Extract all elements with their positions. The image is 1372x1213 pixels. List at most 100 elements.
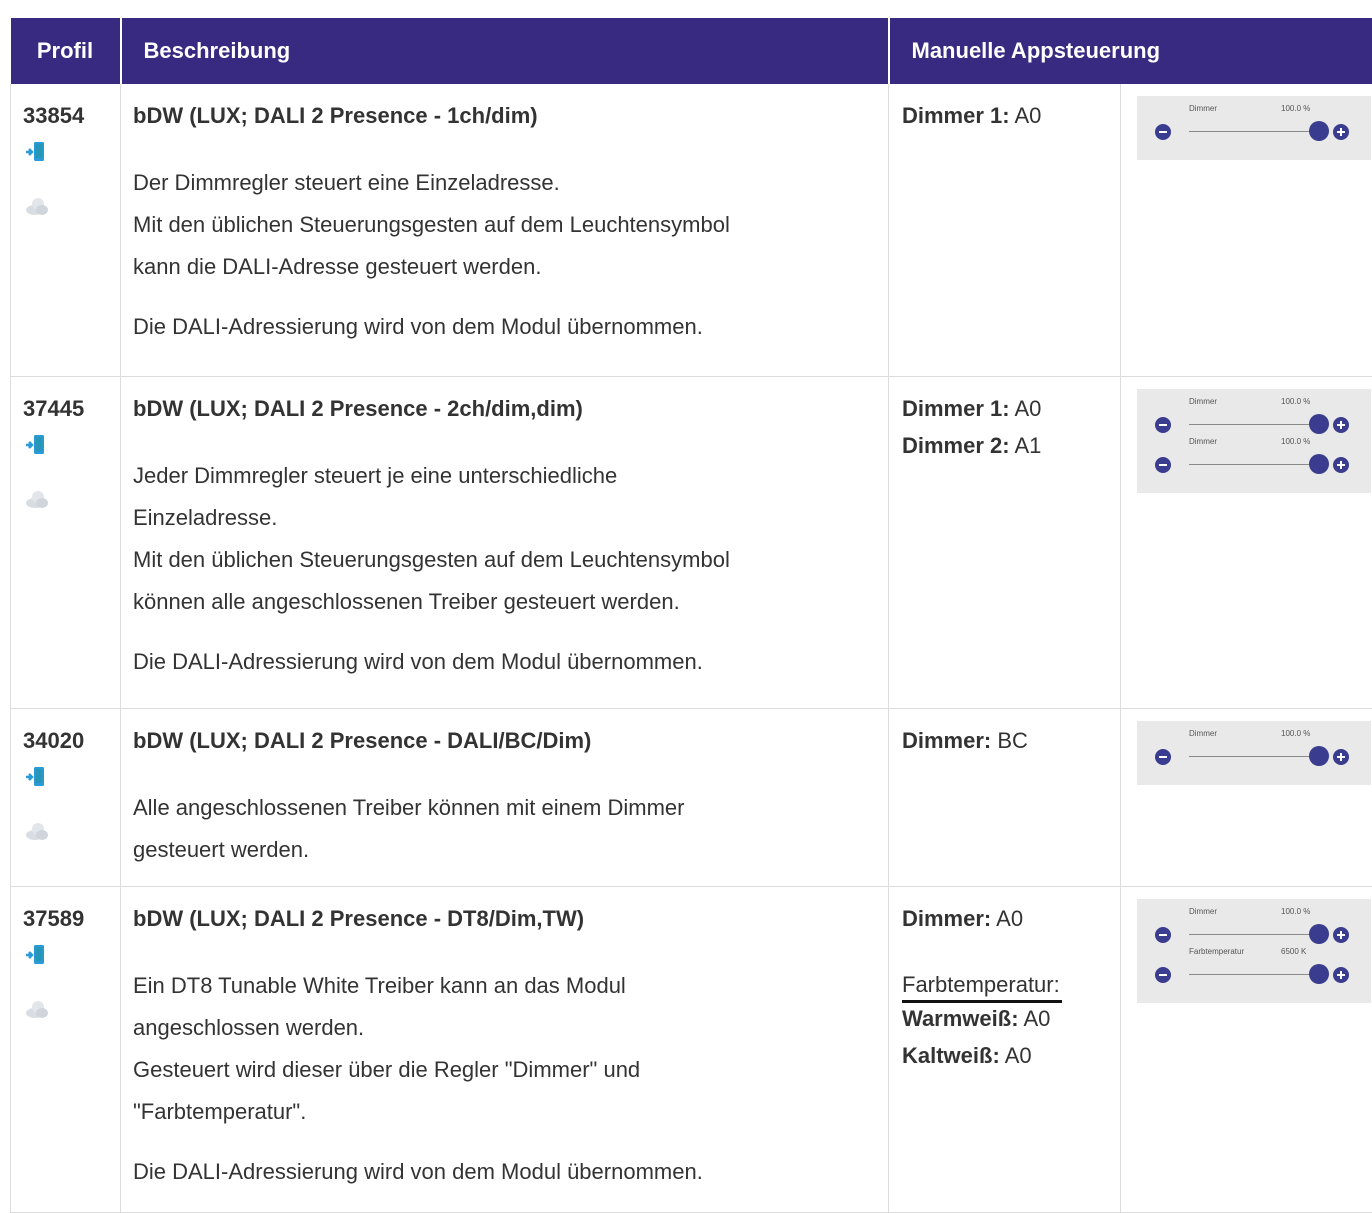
profile-table: Profil Beschreibung Manuelle Appsteuerun… — [10, 18, 1372, 1213]
profile-number: 34020 — [23, 725, 120, 757]
slider-knob[interactable] — [1309, 121, 1329, 141]
slider-row: Dimmer100.0 % — [1137, 721, 1371, 773]
description-line: Die DALI-Adressierung wird von dem Modul… — [133, 1151, 888, 1193]
slider-panel: Dimmer100.0 %Dimmer100.0 % — [1137, 389, 1371, 493]
description-cell: bDW (LUX; DALI 2 Presence - 1ch/dim)Der … — [121, 84, 889, 376]
profile-cell: 33854 — [11, 84, 121, 376]
slider-track[interactable] — [1189, 131, 1317, 132]
table-header-row: Profil Beschreibung Manuelle Appsteuerun… — [11, 18, 1372, 84]
channel-label: Kaltweiß: — [902, 1043, 1000, 1068]
slider-label: Dimmer — [1189, 907, 1217, 917]
profile-number: 37445 — [23, 393, 120, 425]
table-row: 37445bDW (LUX; DALI 2 Presence - 2ch/dim… — [11, 376, 1372, 708]
channel-mapping: Dimmer: A0 — [902, 898, 1120, 940]
minus-icon[interactable] — [1155, 457, 1171, 473]
header-manuelle-appsteuerung: Manuelle Appsteuerung — [889, 18, 1372, 84]
channel-address: A0 — [1005, 1043, 1032, 1068]
description-cell: bDW (LUX; DALI 2 Presence - DALI/BC/Dim)… — [121, 708, 889, 886]
slider-label: Dimmer — [1189, 729, 1217, 739]
table-row: 33854bDW (LUX; DALI 2 Presence - 1ch/dim… — [11, 84, 1372, 376]
description-line: Mit den üblichen Steuerungsgesten auf de… — [133, 204, 888, 246]
slider-panel: Dimmer100.0 % — [1137, 721, 1371, 785]
channel-mapping: Dimmer 1: A0 — [902, 95, 1120, 137]
minus-icon[interactable] — [1155, 967, 1171, 983]
description-line: gesteuert werden. — [133, 829, 888, 871]
slider-track[interactable] — [1189, 424, 1317, 425]
smartphone-app-icon — [23, 433, 120, 455]
paragraph-gap — [133, 288, 888, 306]
slider-value: 100.0 % — [1281, 397, 1310, 407]
description-line: Der Dimmregler steuert eine Einzeladress… — [133, 162, 888, 204]
slider-track[interactable] — [1189, 974, 1317, 975]
description-line: Ein DT8 Tunable White Treiber kann an da… — [133, 965, 888, 1007]
description-line: Einzeladresse. — [133, 497, 888, 539]
manual-control-cell: Dimmer 1: A0Dimmer 2: A1 — [889, 376, 1121, 708]
smartphone-app-icon — [23, 943, 120, 965]
description-line: Die DALI-Adressierung wird von dem Modul… — [133, 641, 888, 683]
channel-mapping: Warmweiß: A0 — [902, 998, 1120, 1040]
channel-address: BC — [997, 728, 1028, 753]
cloud-icon — [23, 487, 120, 509]
app-screenshot-cell: Dimmer100.0 % — [1121, 708, 1372, 886]
channel-address: A0 — [1023, 1006, 1050, 1031]
cloud-icon — [23, 194, 120, 216]
description-line: angeschlossen werden. — [133, 1007, 888, 1049]
channel-address: A0 — [996, 906, 1023, 931]
description-cell: bDW (LUX; DALI 2 Presence - DT8/Dim,TW)E… — [121, 886, 889, 1212]
slider-value: 100.0 % — [1281, 104, 1310, 114]
profile-cell: 34020 — [11, 708, 121, 886]
slider-knob[interactable] — [1309, 746, 1329, 766]
channel-address: A0 — [1015, 396, 1042, 421]
slider-value: 100.0 % — [1281, 907, 1310, 917]
channel-label: Dimmer 1: — [902, 396, 1010, 421]
app-screenshot-cell: Dimmer100.0 % — [1121, 84, 1372, 376]
slider-panel: Dimmer100.0 % — [1137, 96, 1371, 160]
slider-row: Farbtemperatur6500 K — [1137, 939, 1371, 991]
channel-label: Dimmer 1: — [902, 103, 1010, 128]
header-beschreibung: Beschreibung — [121, 18, 889, 84]
slider-track[interactable] — [1189, 756, 1317, 757]
header-profil: Profil — [11, 18, 121, 84]
description-line: kann die DALI-Adresse gesteuert werden. — [133, 246, 888, 288]
slider-value: 100.0 % — [1281, 437, 1310, 447]
channel-label: Dimmer 2: — [902, 433, 1010, 458]
manual-control-cell: Dimmer 1: A0 — [889, 84, 1121, 376]
description-line: Die DALI-Adressierung wird von dem Modul… — [133, 306, 888, 348]
plus-icon[interactable] — [1333, 124, 1349, 140]
manual-control-cell: Dimmer: A0Farbtemperatur:Warmweiß: A0Kal… — [889, 886, 1121, 1212]
slider-track[interactable] — [1189, 934, 1317, 935]
slider-row: Dimmer100.0 % — [1137, 429, 1371, 481]
channel-mapping: Dimmer 1: A0 — [902, 388, 1120, 430]
description-text: Alle angeschlossenen Treiber können mit … — [133, 787, 888, 871]
page: Profil Beschreibung Manuelle Appsteuerun… — [0, 0, 1372, 1210]
slider-value: 6500 K — [1281, 947, 1306, 957]
description-line: Alle angeschlossenen Treiber können mit … — [133, 787, 888, 829]
slider-knob[interactable] — [1309, 964, 1329, 984]
description-line: Gesteuert wird dieser über die Regler "D… — [133, 1049, 888, 1091]
plus-icon[interactable] — [1333, 967, 1349, 983]
minus-icon[interactable] — [1155, 749, 1171, 765]
table-row: 37589bDW (LUX; DALI 2 Presence - DT8/Dim… — [11, 886, 1372, 1212]
paragraph-gap — [133, 1133, 888, 1151]
description-cell: bDW (LUX; DALI 2 Presence - 2ch/dim,dim)… — [121, 376, 889, 708]
channel-mapping: Dimmer 2: A1 — [902, 425, 1120, 467]
manual-control-cell: Dimmer: BC — [889, 708, 1121, 886]
channel-mapping: Dimmer: BC — [902, 720, 1120, 762]
slider-track[interactable] — [1189, 464, 1317, 465]
profile-cell: 37445 — [11, 376, 121, 708]
app-screenshot-cell: Dimmer 100.0 % Farbtemperatur6500 K — [1121, 886, 1372, 1212]
description-text: Jeder Dimmregler steuert je eine untersc… — [133, 455, 888, 683]
channel-address: A1 — [1015, 433, 1042, 458]
minus-icon[interactable] — [1155, 124, 1171, 140]
channel-address: A0 — [1015, 103, 1042, 128]
channel-mapping: Kaltweiß: A0 — [902, 1035, 1120, 1077]
description-text: Ein DT8 Tunable White Treiber kann an da… — [133, 965, 888, 1193]
plus-icon[interactable] — [1333, 749, 1349, 765]
slider-knob[interactable] — [1309, 454, 1329, 474]
description-line: können alle angeschlossenen Treiber gest… — [133, 581, 888, 623]
profile-cell: 37589 — [11, 886, 121, 1212]
slider-row: Dimmer100.0 % — [1137, 96, 1371, 148]
cloud-icon — [23, 819, 120, 841]
plus-icon[interactable] — [1333, 457, 1349, 473]
description-line: Jeder Dimmregler steuert je eine untersc… — [133, 455, 888, 497]
